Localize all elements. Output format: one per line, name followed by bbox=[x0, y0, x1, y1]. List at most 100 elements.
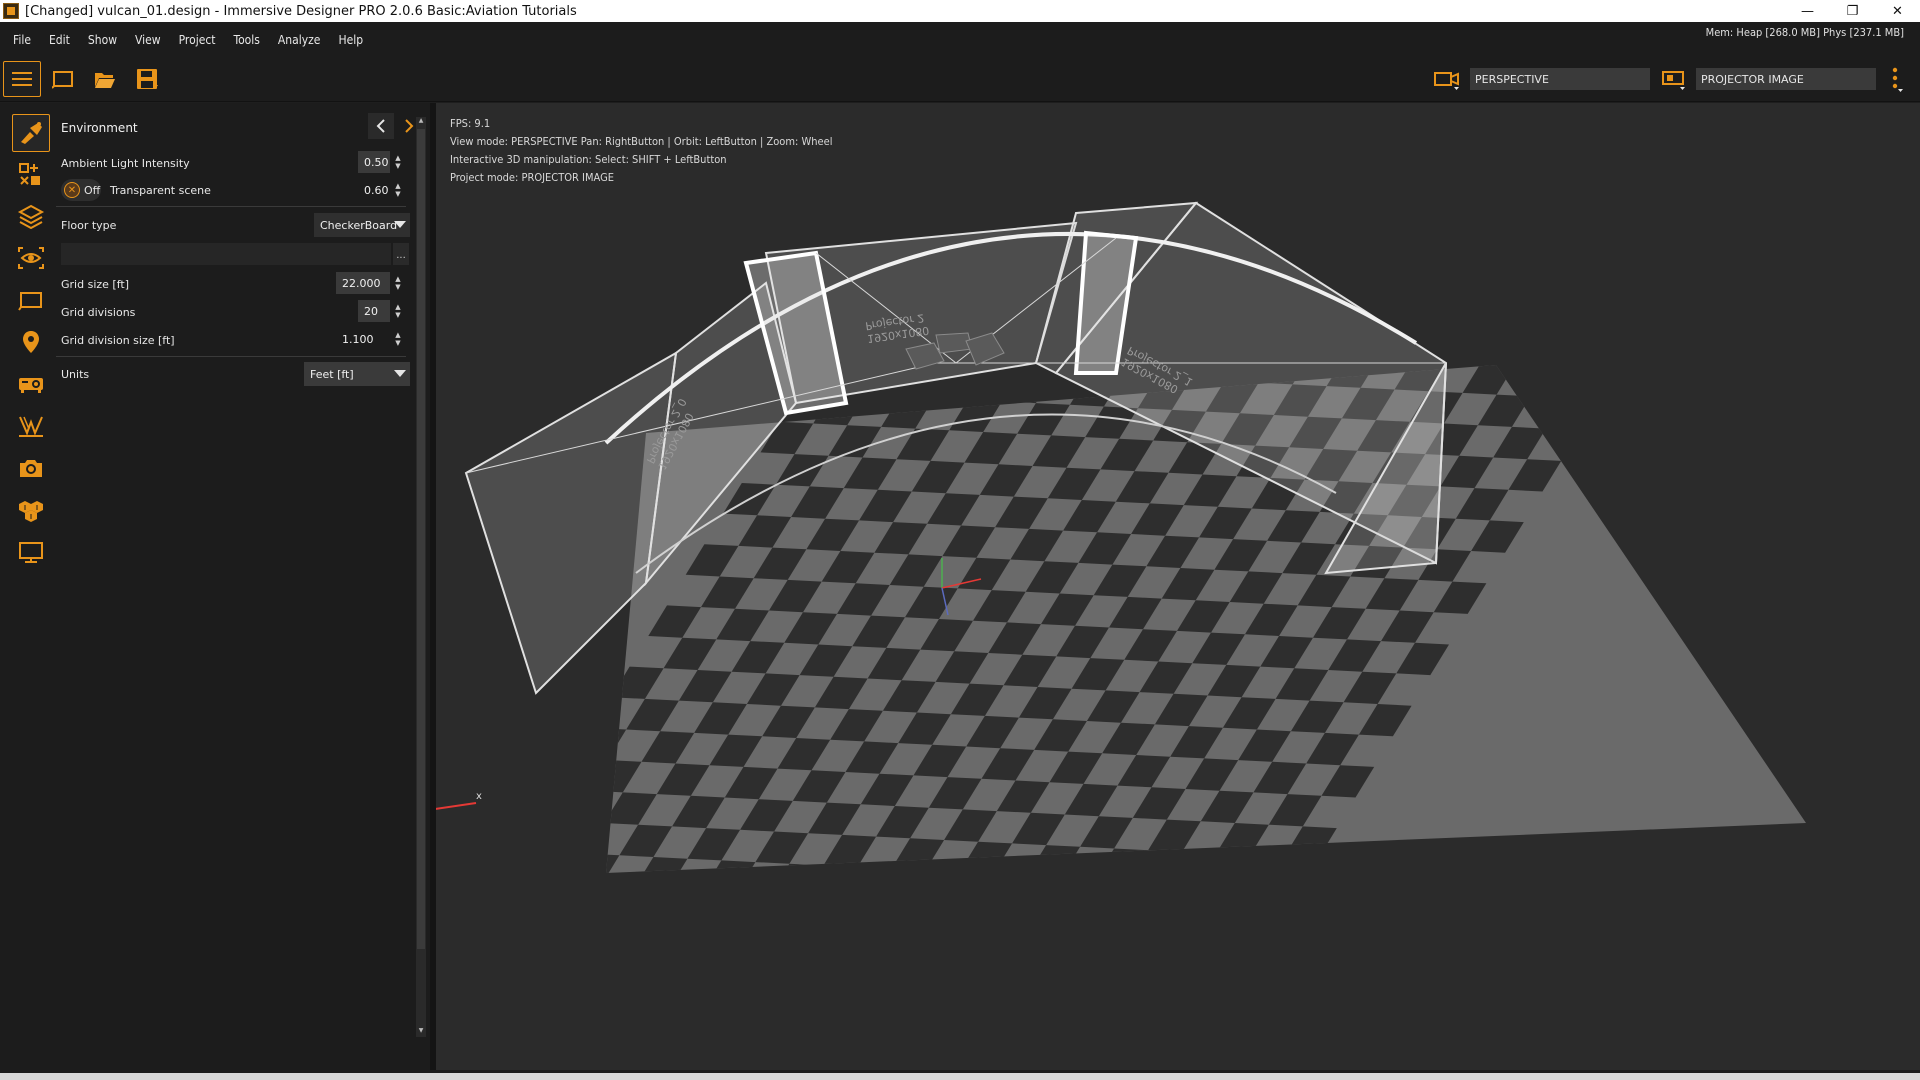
projector-screen-icon bbox=[1662, 71, 1685, 90]
browse-button[interactable]: ... bbox=[393, 243, 409, 265]
menu-tools[interactable]: Tools bbox=[225, 33, 269, 47]
window-controls: — ❐ ✕ bbox=[1785, 0, 1920, 22]
project-mode-readout: Project mode: PROJECTOR IMAGE bbox=[450, 171, 615, 184]
toggle-state-label: Off bbox=[84, 183, 101, 197]
view-mode-select[interactable]: PERSPECTIVE bbox=[1470, 68, 1650, 90]
more-options-button[interactable] bbox=[1882, 61, 1912, 97]
ambient-light-stepper[interactable]: ▲ ▼ bbox=[392, 151, 404, 173]
grid-size-stepper[interactable]: ▲ ▼ bbox=[392, 272, 404, 294]
open-file-button[interactable] bbox=[86, 61, 124, 97]
ambient-light-input[interactable]: 0.50 bbox=[358, 151, 390, 173]
layers-icon bbox=[17, 204, 45, 229]
grid-size-input[interactable]: 22.000 bbox=[336, 272, 390, 294]
objects-tab[interactable] bbox=[12, 491, 50, 529]
grid-division-size-input[interactable]: 1.100 bbox=[336, 328, 390, 350]
floor-type-value: CheckerBoard bbox=[320, 218, 398, 232]
grid-divisions-stepper[interactable]: ▲ ▼ bbox=[392, 300, 404, 322]
scroll-thumb[interactable] bbox=[417, 129, 425, 949]
new-project-button[interactable] bbox=[44, 61, 82, 97]
hamburger-icon bbox=[12, 72, 32, 86]
floor-texture-path-input[interactable] bbox=[61, 243, 391, 265]
menu-analyze[interactable]: Analyze bbox=[269, 33, 330, 47]
menu-view[interactable]: View bbox=[126, 33, 170, 47]
menu-file[interactable]: File bbox=[0, 33, 40, 47]
ambient-light-label: Ambient Light Intensity bbox=[61, 157, 190, 170]
projector-tab[interactable] bbox=[12, 365, 50, 403]
save-file-button[interactable] bbox=[129, 61, 167, 97]
add-objects-icon bbox=[19, 163, 40, 185]
close-button[interactable]: ✕ bbox=[1875, 0, 1920, 22]
section-divider bbox=[56, 356, 406, 357]
screen-frame-icon bbox=[18, 292, 42, 311]
transparent-scene-input[interactable]: 0.60 bbox=[358, 179, 390, 201]
scene-render bbox=[436, 201, 1806, 873]
restore-button[interactable]: ❐ bbox=[1830, 0, 1875, 22]
environment-icon bbox=[21, 122, 42, 144]
transparent-scene-toggle[interactable]: ✕ Off bbox=[61, 179, 101, 201]
scroll-up-icon[interactable]: ▲ bbox=[416, 117, 426, 127]
3d-viewport[interactable]: 1920x1080 Projector 2 1920x1080 Projecto… bbox=[436, 103, 1920, 1070]
axis-triad bbox=[436, 802, 477, 810]
grid-divisions-label: Grid divisions bbox=[61, 306, 136, 319]
title-bar: [Changed] vulcan_01.design - Immersive D… bbox=[0, 0, 1920, 22]
units-select[interactable]: Feet [ft] bbox=[304, 362, 410, 386]
menu-bar: File Edit Show View Project Tools Analyz… bbox=[0, 22, 1920, 58]
environment-tab[interactable] bbox=[12, 114, 50, 152]
location-tab[interactable] bbox=[12, 323, 50, 361]
grid-divisions-input[interactable]: 20 bbox=[358, 300, 390, 322]
camera-icon bbox=[20, 460, 42, 477]
units-label: Units bbox=[61, 368, 90, 381]
chevron-left-icon bbox=[376, 119, 385, 133]
blend-tab[interactable] bbox=[12, 407, 50, 445]
camera-view-button[interactable] bbox=[1428, 61, 1466, 97]
grid-size-label: Grid size [ft] bbox=[61, 278, 129, 291]
minimize-button[interactable]: — bbox=[1785, 0, 1830, 22]
panel-title: Environment bbox=[61, 121, 138, 135]
memory-readout: Mem: Heap [268.0 MB] Phys [237.1 MB] bbox=[1705, 26, 1904, 39]
tool-rail bbox=[0, 103, 56, 1070]
chevron-right-icon bbox=[405, 119, 414, 133]
floor-type-label: Floor type bbox=[61, 219, 117, 232]
projection-mode-button[interactable] bbox=[1656, 61, 1694, 97]
blend-icon bbox=[19, 416, 43, 437]
interaction-help: Interactive 3D manipulation: Select: SHI… bbox=[450, 153, 727, 166]
window-title: [Changed] vulcan_01.design - Immersive D… bbox=[25, 3, 577, 19]
status-strip bbox=[0, 1070, 1920, 1080]
chevron-down-icon bbox=[394, 370, 406, 377]
hamburger-menu-button[interactable] bbox=[3, 61, 41, 97]
environment-panel: Environment Ambient Light Intensity 0.50… bbox=[56, 103, 430, 1070]
menu-show[interactable]: Show bbox=[79, 33, 126, 47]
previous-panel-button[interactable] bbox=[368, 113, 394, 139]
axis-x-label: x bbox=[476, 791, 482, 802]
camera-tab[interactable] bbox=[12, 449, 50, 487]
units-value: Feet [ft] bbox=[310, 367, 354, 381]
display-tab[interactable] bbox=[12, 533, 50, 571]
floor-type-select[interactable]: CheckerBoard bbox=[314, 213, 410, 237]
floppy-save-icon bbox=[137, 69, 158, 89]
location-pin-icon bbox=[23, 331, 39, 353]
project-mode-select[interactable]: PROJECTOR IMAGE bbox=[1696, 68, 1876, 90]
folder-open-icon bbox=[95, 73, 115, 88]
view-mode-help: View mode: PERSPECTIVE Pan: RightButton … bbox=[450, 135, 833, 148]
transparent-scene-label: Transparent scene bbox=[110, 184, 211, 197]
fps-readout: FPS: 9.1 bbox=[450, 117, 491, 130]
grid-division-size-label: Grid division size [ft] bbox=[61, 334, 175, 347]
menu-edit[interactable]: Edit bbox=[40, 33, 79, 47]
layers-tab[interactable] bbox=[12, 197, 50, 235]
screen-tab[interactable] bbox=[12, 281, 50, 319]
panel-scrollbar[interactable]: ▲ ▼ bbox=[416, 117, 426, 1037]
app-logo-icon bbox=[3, 3, 19, 19]
kebab-menu-icon bbox=[1892, 67, 1903, 92]
chevron-down-icon bbox=[394, 221, 406, 228]
view-tab[interactable] bbox=[12, 239, 50, 277]
projector-icon bbox=[19, 378, 43, 393]
video-camera-icon bbox=[1434, 72, 1459, 90]
scroll-down-icon[interactable]: ▼ bbox=[416, 1027, 426, 1037]
section-divider bbox=[56, 206, 406, 207]
menu-help[interactable]: Help bbox=[329, 33, 372, 47]
transparent-scene-stepper[interactable]: ▲ ▼ bbox=[392, 179, 404, 201]
grid-division-size-stepper[interactable]: ▲ ▼ bbox=[392, 328, 404, 350]
add-objects-tab[interactable] bbox=[12, 155, 50, 193]
menu-project[interactable]: Project bbox=[170, 33, 225, 47]
new-screen-icon bbox=[52, 71, 73, 89]
